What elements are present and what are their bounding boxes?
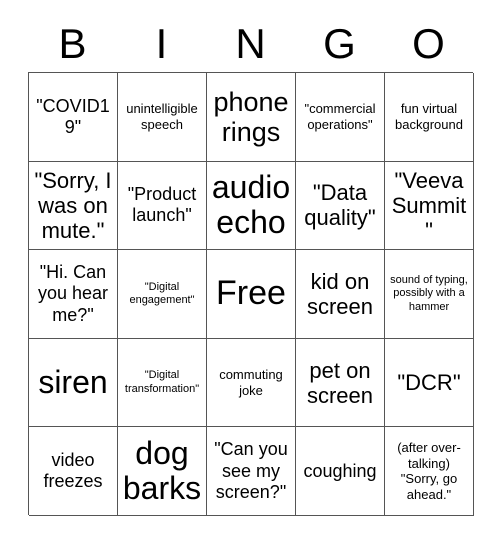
bingo-cell[interactable]: unintelligible speech [118, 73, 207, 162]
bingo-cell[interactable]: fun virtual background [385, 73, 474, 162]
bingo-cell[interactable]: "Data quality" [296, 161, 385, 251]
bingo-cell[interactable]: "DCR" [385, 338, 474, 428]
bingo-cell-label: (after over-talking) "Sorry, go ahead." [397, 439, 461, 502]
bingo-cell-label: "Product launch" [127, 184, 197, 226]
bingo-cell-label: kid on screen [306, 268, 374, 319]
bingo-cell[interactable]: "Digital engagement" [118, 250, 207, 339]
bingo-cell-label: "Veeva Summit" [391, 167, 467, 243]
bingo-cell[interactable]: "Veeva Summit" [385, 161, 474, 251]
bingo-header-letter-g: G [323, 20, 356, 67]
bingo-cell[interactable]: "Product launch" [118, 161, 207, 251]
bingo-cell-label: phone rings [213, 86, 289, 147]
bingo-cell[interactable]: "commercial operations" [296, 73, 385, 162]
bingo-cell[interactable]: "Digital transformation" [118, 338, 207, 428]
bingo-grid: "COVID19" unintelligible speech phone ring… [28, 72, 474, 516]
bingo-cell[interactable]: sound of typing, possibly with a hammer [385, 250, 474, 339]
bingo-cell-label: "Digital transformation" [124, 369, 200, 395]
bingo-header-letters: BINGO [28, 16, 473, 72]
bingo-cell[interactable]: phone rings [207, 73, 296, 162]
bingo-cell-label: audio echo [211, 169, 291, 241]
bingo-cell-label: commuting joke [219, 366, 283, 398]
bingo-cell[interactable]: coughing [296, 427, 385, 516]
bingo-header-letter-o: O [412, 20, 445, 67]
bingo-cell[interactable]: dog barks [118, 427, 207, 516]
bingo-cell-label: "Data quality" [304, 180, 376, 231]
bingo-cell[interactable]: pet on screen [296, 338, 385, 428]
bingo-cell-label: unintelligible speech [126, 101, 198, 132]
bingo-cell-label: coughing [303, 460, 377, 481]
bingo-cell[interactable]: siren [29, 338, 118, 428]
bingo-cell[interactable]: kid on screen [296, 250, 385, 339]
bingo-cell-label: video freezes [43, 449, 103, 492]
bingo-cell-label: Free [216, 274, 286, 313]
bingo-cell[interactable]: video freezes [29, 427, 118, 516]
bingo-header-letter-i: I [155, 20, 168, 67]
bingo-cell-label: "Digital engagement" [129, 280, 195, 306]
bingo-header-letter-b: B [58, 20, 87, 67]
bingo-cell[interactable]: "Hi. Can you hear me?" [29, 250, 118, 339]
bingo-cell-label: "commercial operations" [304, 101, 376, 132]
bingo-cell-label: "DCR" [397, 370, 461, 396]
bingo-cell[interactable]: "Sorry, I was on mute." [29, 161, 118, 251]
bingo-cell[interactable]: "COVID19" [29, 73, 118, 162]
bingo-header-letter-n: N [235, 20, 266, 67]
bingo-cell-label: "Sorry, I was on mute." [34, 167, 112, 243]
bingo-cell-label: pet on screen [306, 357, 374, 408]
bingo-cell[interactable]: (after over-talking) "Sorry, go ahead." [385, 427, 474, 516]
bingo-cell[interactable]: "Can you see my screen?" [207, 427, 296, 516]
bingo-cell[interactable]: commuting joke [207, 338, 296, 428]
bingo-cell-label: "Can you see my screen?" [214, 439, 288, 502]
bingo-cell[interactable]: audio echo [207, 161, 296, 251]
bingo-cell-label: sound of typing, possibly with a hammer [390, 273, 468, 313]
bingo-cell-label: dog barks [122, 434, 202, 507]
bingo-cell-label: "COVID19" [36, 95, 110, 137]
bingo-free-cell[interactable]: Free [207, 250, 296, 339]
bingo-cell-label: fun virtual background [395, 101, 463, 132]
bingo-cell-label: "Hi. Can you hear me?" [37, 262, 109, 325]
bingo-card: B I N G O "COVID19" unintelligible speech phon… [0, 0, 500, 544]
bingo-cell-label: siren [38, 363, 108, 400]
